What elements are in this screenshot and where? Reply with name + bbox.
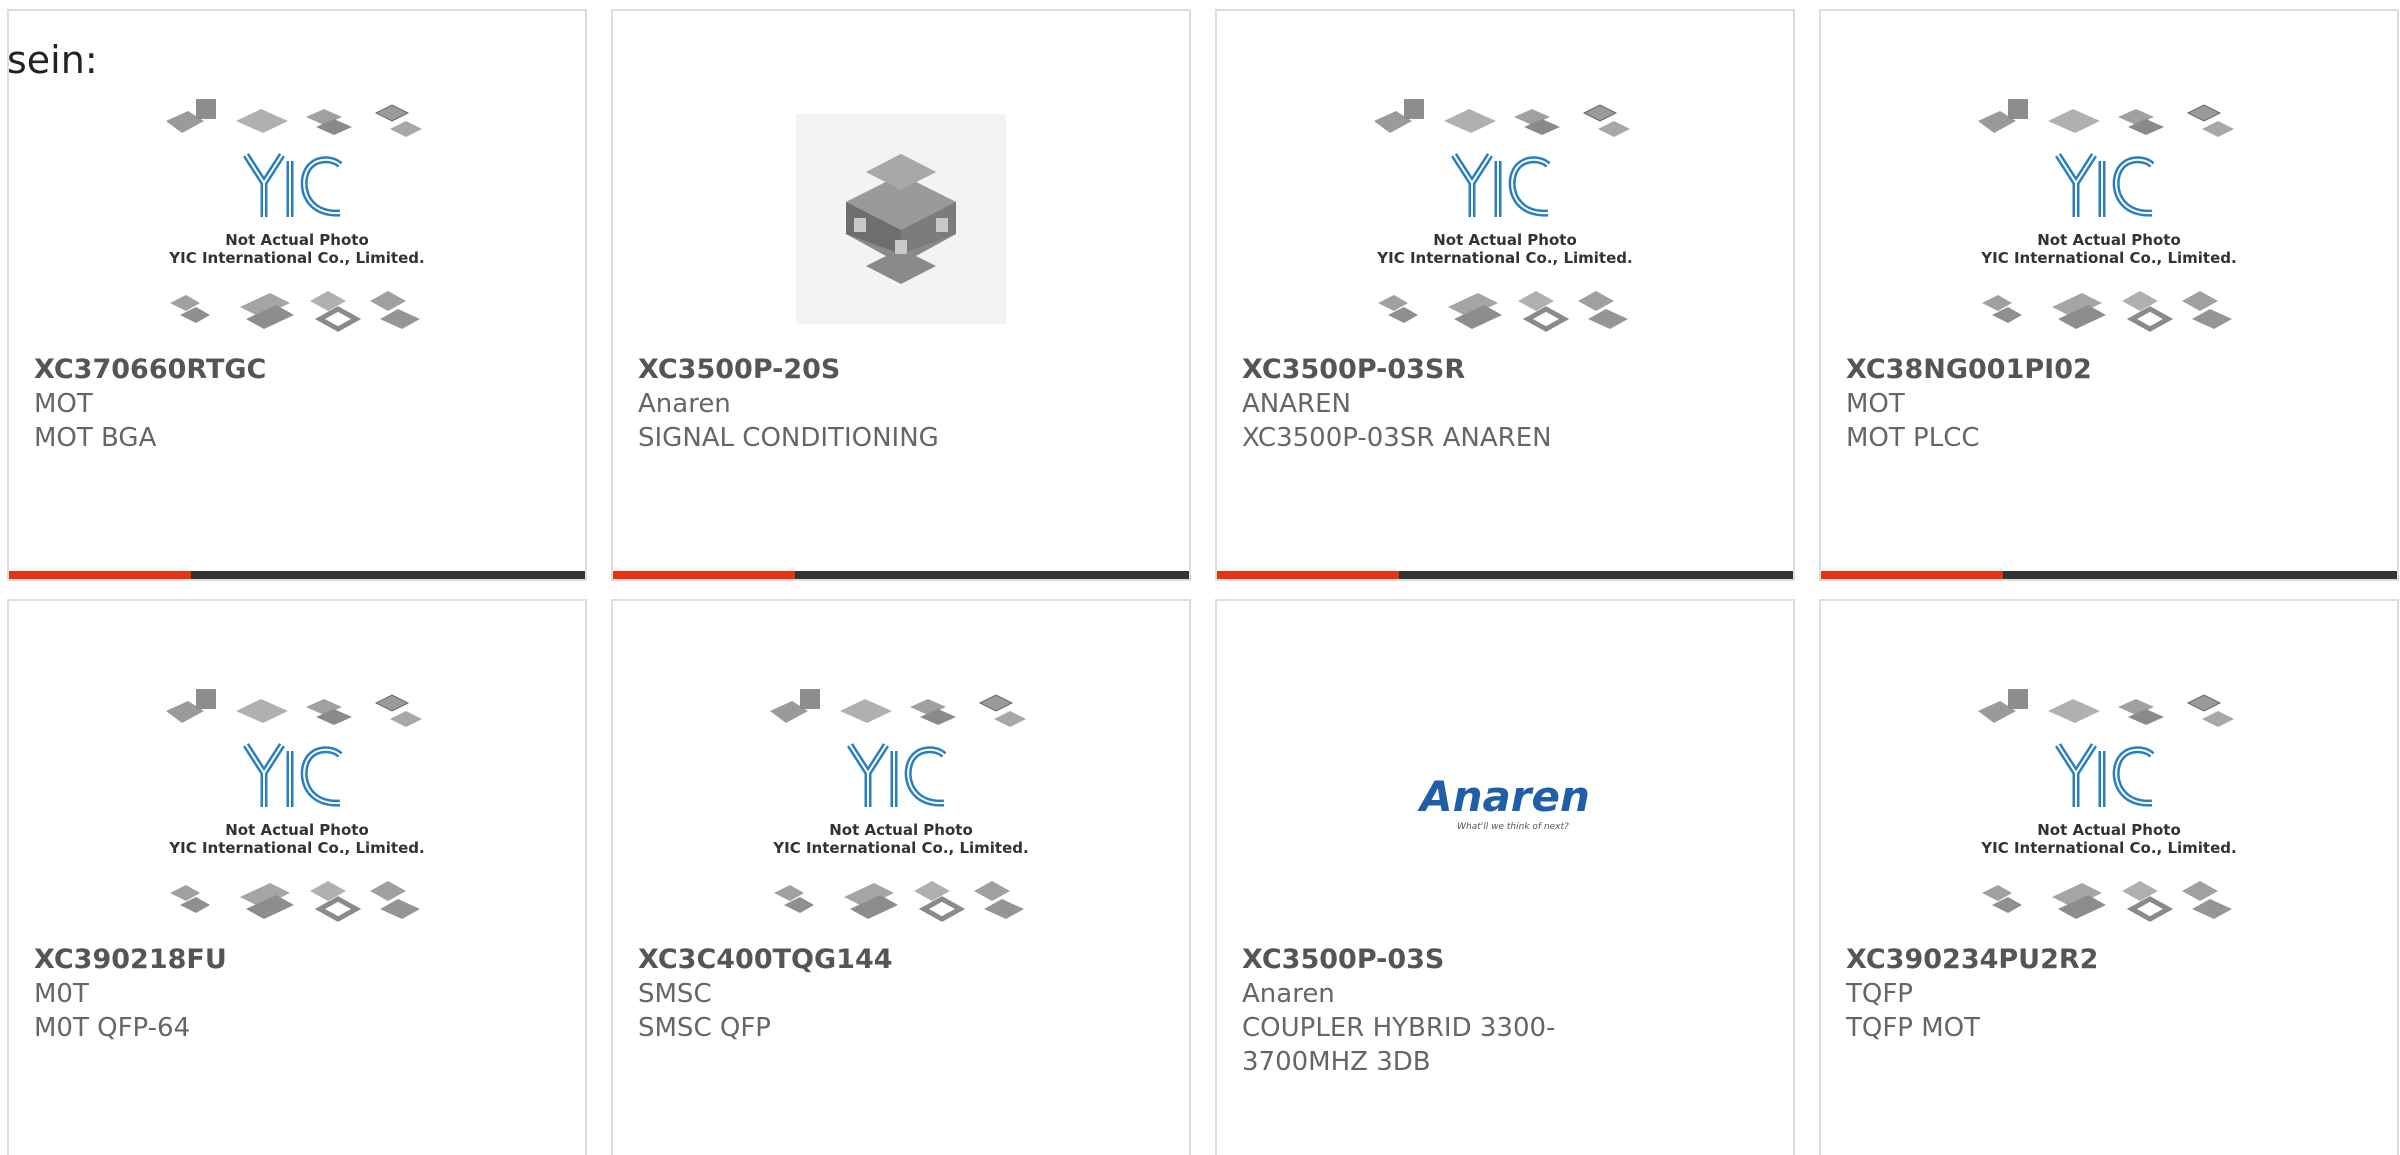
not-actual-photo-image: Not Actual Photo YIC International Co., … bbox=[165, 99, 425, 339]
part-number[interactable]: XC3500P-20S bbox=[638, 353, 1169, 387]
heading-text: sein: bbox=[7, 38, 98, 82]
svg-text:YIC International Co., Limited: YIC International Co., Limited. bbox=[1980, 249, 2236, 267]
not-actual-photo-image: Not Actual Photo YIC International Co., … bbox=[769, 689, 1029, 929]
not-actual-photo-image: Not Actual Photo YIC International Co., … bbox=[165, 689, 425, 929]
product-card[interactable]: Not Actual Photo YIC International Co., … bbox=[1819, 599, 2399, 1155]
product-image-placeholder[interactable]: Not Actual Photo YIC International Co., … bbox=[9, 95, 585, 343]
manufacturer: TQFP bbox=[1846, 979, 1913, 1009]
svg-text:Not Actual Photo: Not Actual Photo bbox=[225, 821, 369, 839]
svg-text:Anaren: Anaren bbox=[1417, 772, 1590, 821]
description: MOT BGA bbox=[34, 423, 157, 453]
description: MOT PLCC bbox=[1846, 423, 1980, 453]
product-info: XC370660RTGC MOT MOT BGA bbox=[34, 353, 565, 455]
product-image-placeholder[interactable]: Not Actual Photo YIC International Co., … bbox=[613, 685, 1189, 933]
card-accent bbox=[1217, 571, 1399, 579]
product-info: XC3C400TQG144 SMSC SMSC QFP bbox=[638, 943, 1169, 1045]
manufacturer: SMSC bbox=[638, 979, 712, 1009]
product-card[interactable]: Not Actual Photo YIC International Co., … bbox=[1819, 9, 2399, 581]
product-card[interactable]: Not Actual Photo YIC International Co., … bbox=[1215, 9, 1795, 581]
description: TQFP MOT bbox=[1846, 1013, 1981, 1043]
svg-text:Not Actual Photo: Not Actual Photo bbox=[1433, 231, 1577, 249]
svg-text:Not Actual Photo: Not Actual Photo bbox=[225, 231, 369, 249]
svg-text:Not Actual Photo: Not Actual Photo bbox=[2037, 231, 2181, 249]
svg-text:What'll we think of next?: What'll we think of next? bbox=[1457, 822, 1569, 832]
manufacturer: Anaren bbox=[1242, 979, 1335, 1009]
manufacturer: MOT bbox=[34, 389, 93, 419]
svg-text:YIC International Co., Limited: YIC International Co., Limited. bbox=[168, 839, 424, 857]
product-card[interactable]: Not Actual Photo YIC International Co., … bbox=[611, 599, 1191, 1155]
product-info: XC38NG001PI02 MOT MOT PLCC bbox=[1846, 353, 2377, 455]
manufacturer: M0T bbox=[34, 979, 89, 1009]
manufacturer: Anaren bbox=[638, 389, 731, 419]
card-accent bbox=[9, 571, 191, 579]
part-number[interactable]: XC38NG001PI02 bbox=[1846, 353, 2377, 387]
product-info: XC3500P-20S Anaren SIGNAL CONDITIONING bbox=[638, 353, 1169, 455]
description: XC3500P-03SR ANAREN bbox=[1242, 423, 1552, 453]
not-actual-photo-image: Not Actual Photo YIC International Co., … bbox=[1373, 99, 1633, 339]
description: COUPLER HYBRID 3300-3700MHZ 3DB bbox=[1242, 1013, 1556, 1077]
svg-text:YIC International Co., Limited: YIC International Co., Limited. bbox=[168, 249, 424, 267]
product-card[interactable]: Not Actual Photo YIC International Co., … bbox=[7, 9, 587, 581]
svg-text:YIC International Co., Limited: YIC International Co., Limited. bbox=[772, 839, 1028, 857]
svg-text:Not Actual Photo: Not Actual Photo bbox=[2037, 821, 2181, 839]
card-bottom-bar bbox=[9, 571, 585, 579]
product-grid-page: sein: Not Actual Photo YIC International… bbox=[0, 0, 2400, 1155]
card-bottom-bar bbox=[613, 571, 1189, 579]
product-info: XC390218FU M0T M0T QFP-64 bbox=[34, 943, 565, 1045]
product-image-placeholder[interactable]: Not Actual Photo YIC International Co., … bbox=[9, 685, 585, 933]
product-image-placeholder[interactable]: Not Actual Photo YIC International Co., … bbox=[1821, 95, 2397, 343]
product-info: XC390234PU2R2 TQFP TQFP MOT bbox=[1846, 943, 2377, 1045]
manufacturer: ANAREN bbox=[1242, 389, 1351, 419]
not-actual-photo-image: Not Actual Photo YIC International Co., … bbox=[1977, 99, 2237, 339]
description: SMSC QFP bbox=[638, 1013, 771, 1043]
description: M0T QFP-64 bbox=[34, 1013, 191, 1043]
product-card[interactable]: Not Actual Photo YIC International Co., … bbox=[7, 599, 587, 1155]
description: SIGNAL CONDITIONING bbox=[638, 423, 939, 453]
part-number[interactable]: XC3500P-03S bbox=[1242, 943, 1773, 977]
svg-text:YIC International Co., Limited: YIC International Co., Limited. bbox=[1376, 249, 1632, 267]
part-number[interactable]: XC3C400TQG144 bbox=[638, 943, 1169, 977]
product-image-logo[interactable]: Anaren What'll we think of next? bbox=[1217, 685, 1793, 933]
svg-text:YIC International Co., Limited: YIC International Co., Limited. bbox=[1980, 839, 2236, 857]
card-accent bbox=[1821, 571, 2003, 579]
product-image-placeholder[interactable]: Not Actual Photo YIC International Co., … bbox=[1821, 685, 2397, 933]
part-number[interactable]: XC390218FU bbox=[34, 943, 565, 977]
product-image-placeholder[interactable]: Not Actual Photo YIC International Co., … bbox=[1217, 95, 1793, 343]
product-card[interactable]: XC3500P-20S Anaren SIGNAL CONDITIONING bbox=[611, 9, 1191, 581]
card-accent bbox=[613, 571, 795, 579]
part-number[interactable]: XC390234PU2R2 bbox=[1846, 943, 2377, 977]
product-info: XC3500P-03SR ANAREN XC3500P-03SR ANAREN bbox=[1242, 353, 1773, 455]
product-image[interactable] bbox=[613, 95, 1189, 343]
svg-text:Not Actual Photo: Not Actual Photo bbox=[829, 821, 973, 839]
part-number[interactable]: XC3500P-03SR bbox=[1242, 353, 1773, 387]
product-card[interactable]: Anaren What'll we think of next? XC3500P… bbox=[1215, 599, 1795, 1155]
anaren-logo-image: Anaren What'll we think of next? bbox=[1417, 772, 1590, 832]
product-info: XC3500P-03S Anaren COUPLER HYBRID 3300-3… bbox=[1242, 943, 1773, 1079]
manufacturer: MOT bbox=[1846, 389, 1905, 419]
not-actual-photo-image: Not Actual Photo YIC International Co., … bbox=[1977, 689, 2237, 929]
part-number[interactable]: XC370660RTGC bbox=[34, 353, 565, 387]
card-bottom-bar bbox=[1217, 571, 1793, 579]
chip-photo-image bbox=[796, 114, 1006, 324]
card-bottom-bar bbox=[1821, 571, 2397, 579]
